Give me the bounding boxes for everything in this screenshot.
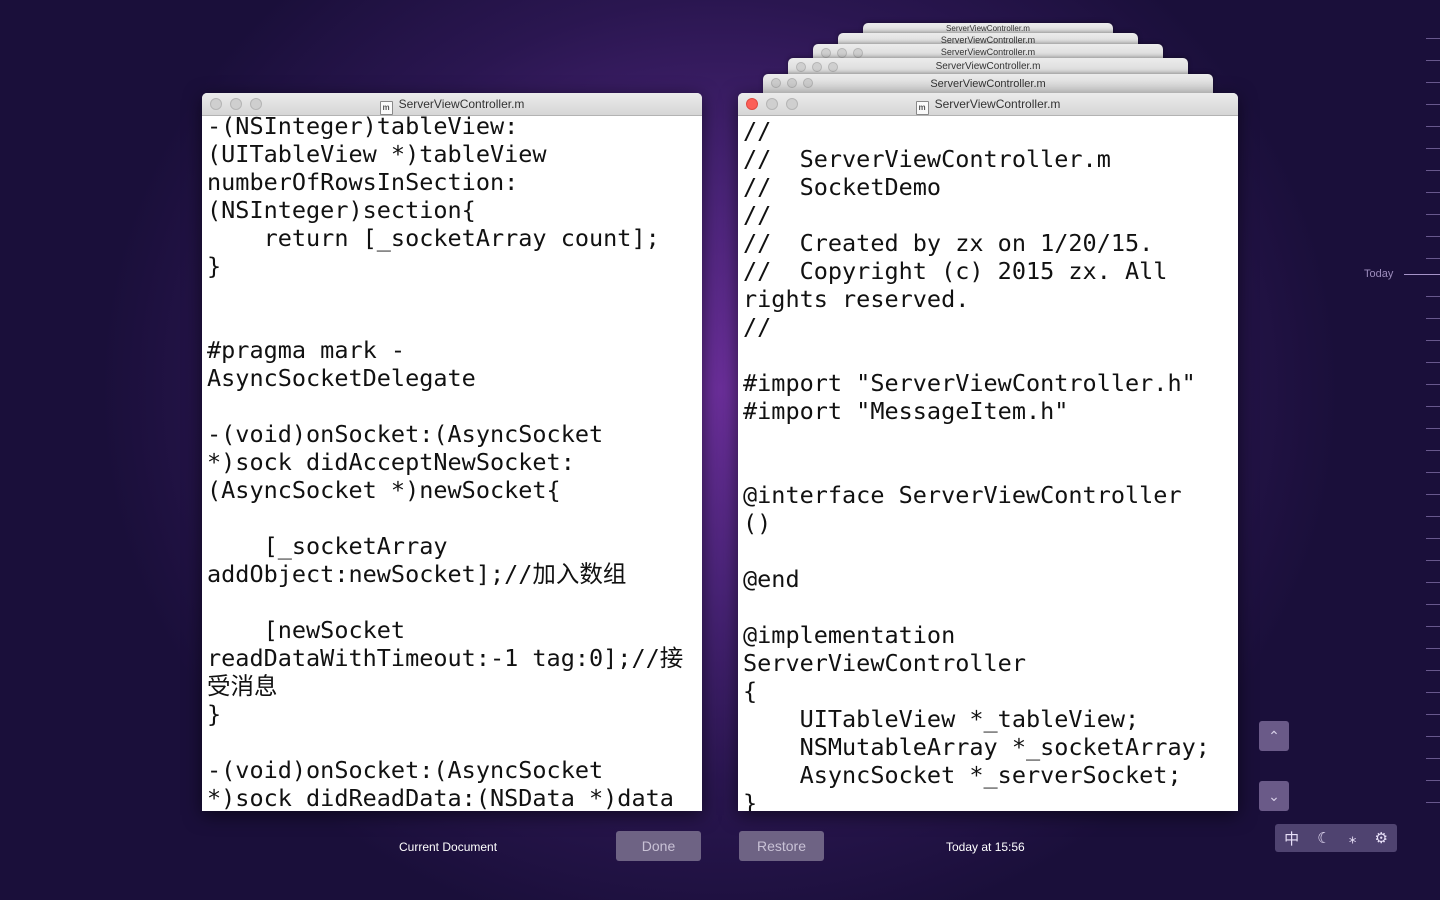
minimize-icon — [812, 62, 822, 72]
timeline-tick[interactable] — [1426, 318, 1440, 319]
timeline-tick[interactable] — [1426, 780, 1440, 781]
file-icon: m — [379, 101, 393, 115]
minimize-icon — [837, 48, 847, 58]
timeline-tick[interactable] — [1426, 362, 1440, 363]
version-timestamp: Today at 15:56 — [946, 840, 1025, 854]
code-editor[interactable]: // // ServerViewController.m // SocketDe… — [738, 117, 1238, 811]
close-icon[interactable] — [746, 98, 758, 110]
timeline-tick[interactable] — [1426, 758, 1440, 759]
code-editor[interactable]: -(NSInteger)tableView: (UITableView *)ta… — [202, 112, 702, 811]
timeline-tick[interactable] — [1426, 560, 1440, 561]
zoom-icon — [828, 62, 838, 72]
timeline-tick[interactable] — [1426, 170, 1440, 171]
minimize-icon — [787, 78, 797, 88]
gear-icon[interactable]: ⚙ — [1374, 829, 1387, 847]
timeline-tick[interactable] — [1426, 340, 1440, 341]
version-window[interactable]: m ServerViewController.m // // ServerView… — [738, 93, 1238, 811]
close-icon — [821, 48, 831, 58]
timeline-tick[interactable] — [1426, 82, 1440, 83]
window-title: ServerViewController.m — [398, 97, 525, 111]
timeline-tick[interactable] — [1426, 296, 1440, 297]
minimize-icon — [230, 98, 242, 110]
zoom-icon — [803, 78, 813, 88]
timeline-tick[interactable] — [1426, 802, 1440, 803]
timeline-tick[interactable] — [1426, 38, 1440, 39]
timeline-tick[interactable] — [1426, 692, 1440, 693]
timeline-tick[interactable] — [1426, 192, 1440, 193]
timeline-tick[interactable] — [1426, 258, 1440, 259]
done-button[interactable]: Done — [616, 831, 701, 861]
current-document-window[interactable]: m ServerViewController.m -(NSInteger)tabl… — [202, 93, 702, 811]
timeline-tick-today[interactable] — [1404, 274, 1440, 275]
input-method-tray[interactable]: 中 ☾ ⁎ ⚙ — [1275, 824, 1397, 852]
version-stack-title: ServerViewController.m — [935, 61, 1041, 72]
close-icon — [771, 78, 781, 88]
close-icon — [796, 62, 806, 72]
timeline-tick[interactable] — [1426, 582, 1440, 583]
zoom-icon — [853, 48, 863, 58]
timeline-tick[interactable] — [1426, 626, 1440, 627]
version-stack-title: ServerViewController.m — [946, 24, 1030, 33]
timeline-tick[interactable] — [1426, 60, 1440, 61]
timeline-tick[interactable] — [1426, 648, 1440, 649]
close-icon — [210, 98, 222, 110]
window-titlebar[interactable]: m ServerViewController.m — [202, 93, 702, 116]
timeline-tick[interactable] — [1426, 148, 1440, 149]
timeline-tick[interactable] — [1426, 472, 1440, 473]
newer-version-button[interactable]: ⌄ — [1259, 781, 1289, 811]
version-stack-title: ServerViewController.m — [940, 47, 1036, 57]
timeline-tick[interactable] — [1426, 428, 1440, 429]
version-stack-title: ServerViewController.m — [930, 78, 1046, 90]
version-timeline[interactable] — [1404, 30, 1440, 820]
sparkle-icon[interactable]: ⁎ — [1349, 829, 1357, 847]
minimize-icon — [766, 98, 778, 110]
timeline-tick[interactable] — [1426, 604, 1440, 605]
zoom-icon — [250, 98, 262, 110]
window-titlebar[interactable]: m ServerViewController.m — [738, 93, 1238, 116]
timeline-today-label: Today — [1364, 268, 1394, 280]
moon-icon[interactable]: ☾ — [1317, 829, 1330, 847]
file-icon: m — [915, 101, 929, 115]
timeline-tick[interactable] — [1426, 714, 1440, 715]
zoom-icon — [786, 98, 798, 110]
timeline-tick[interactable] — [1426, 450, 1440, 451]
timeline-tick[interactable] — [1426, 406, 1440, 407]
timeline-tick[interactable] — [1426, 236, 1440, 237]
current-document-label: Current Document — [399, 840, 498, 854]
timeline-tick[interactable] — [1426, 104, 1440, 105]
chinese-ime-icon[interactable]: 中 — [1284, 828, 1299, 849]
restore-button[interactable]: Restore — [739, 831, 824, 861]
timeline-tick[interactable] — [1426, 214, 1440, 215]
timeline-tick[interactable] — [1426, 538, 1440, 539]
timeline-tick[interactable] — [1426, 736, 1440, 737]
older-version-button[interactable]: ⌃ — [1259, 721, 1289, 751]
timeline-tick[interactable] — [1426, 516, 1440, 517]
timeline-tick[interactable] — [1426, 126, 1440, 127]
timeline-tick[interactable] — [1426, 494, 1440, 495]
window-title: ServerViewController.m — [934, 97, 1061, 111]
timeline-tick[interactable] — [1426, 670, 1440, 671]
timeline-tick[interactable] — [1426, 384, 1440, 385]
